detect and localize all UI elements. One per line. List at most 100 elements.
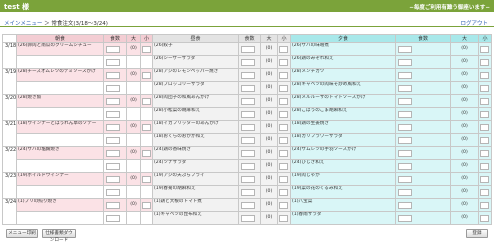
- dinner-small-input[interactable]: [480, 150, 489, 157]
- dinner-small-input[interactable]: [480, 98, 489, 105]
- lunch-small-input[interactable]: [279, 189, 288, 196]
- dinner-qty-input[interactable]: [398, 163, 412, 170]
- dinner-dish-name: (24)ひじき和え: [292, 160, 325, 166]
- lunch-qty-input[interactable]: [241, 46, 255, 53]
- breakfast-large-count: (0): [130, 46, 137, 51]
- breakfast-dish-cell: (28)焼き魚: [16, 94, 104, 108]
- breakfast-qty-input[interactable]: [106, 72, 120, 79]
- dinner-qty-input[interactable]: [398, 202, 412, 209]
- register-button[interactable]: 登録: [466, 229, 488, 238]
- dinner-qty-input[interactable]: [398, 150, 412, 157]
- breakfast-qty-input[interactable]: [106, 124, 120, 131]
- dinner-small-input[interactable]: [480, 85, 489, 92]
- lunch-qty-input[interactable]: [241, 150, 255, 157]
- breakfast-qty-input[interactable]: [106, 111, 120, 118]
- lunch-small-input[interactable]: [279, 72, 288, 79]
- dinner-qty-input[interactable]: [398, 98, 412, 105]
- breakfast-qty-input[interactable]: [106, 85, 120, 92]
- dinner-qty-input[interactable]: [398, 137, 412, 144]
- lunch-qty-input[interactable]: [241, 189, 255, 196]
- breakfast-small-input[interactable]: [142, 176, 151, 183]
- breakfast-qty-input[interactable]: [106, 189, 120, 196]
- lunch-qty-input[interactable]: [241, 202, 255, 209]
- breakfast-qty-input[interactable]: [106, 150, 120, 157]
- breakfast-small-wrap: [142, 174, 152, 185]
- lunch-qty-wrap: [240, 148, 260, 159]
- dinner-small-input[interactable]: [480, 59, 489, 66]
- dinner-small-input[interactable]: [480, 111, 489, 118]
- dinner-qty-input[interactable]: [398, 215, 412, 222]
- dinner-qty-input[interactable]: [398, 59, 412, 66]
- dinner-large-count: (0): [461, 124, 468, 129]
- breakfast-qty-input[interactable]: [106, 59, 120, 66]
- breakfast-small-input[interactable]: [142, 124, 151, 131]
- download-documents-button[interactable]: 仕様書類ダウンロード: [42, 229, 76, 242]
- dinner-small-input[interactable]: [480, 176, 489, 183]
- lunch-small-input[interactable]: [279, 137, 288, 144]
- dinner-qty-input[interactable]: [398, 111, 412, 118]
- user-name: test 様: [4, 3, 30, 11]
- dinner-small-input[interactable]: [480, 215, 489, 222]
- lunch-qty-cell: [238, 172, 261, 186]
- lunch-small-input[interactable]: [279, 163, 288, 170]
- breakfast-qty-input[interactable]: [106, 46, 120, 53]
- dinner-small-input[interactable]: [480, 46, 489, 53]
- lunch-qty-input[interactable]: [241, 59, 255, 66]
- lunch-qty-input[interactable]: [241, 124, 255, 131]
- dinner-large-cell: (0): [450, 81, 479, 95]
- breakfast-qty-input[interactable]: [106, 163, 120, 170]
- breakfast-small-wrap: [142, 200, 152, 211]
- breakfast-small-input[interactable]: [142, 72, 151, 79]
- lunch-small-input[interactable]: [279, 98, 288, 105]
- lunch-qty-input[interactable]: [241, 98, 255, 105]
- lunch-qty-input[interactable]: [241, 176, 255, 183]
- lunch-small-input[interactable]: [279, 215, 288, 222]
- dinner-small-input[interactable]: [480, 124, 489, 131]
- lunch-small-input[interactable]: [279, 111, 288, 118]
- dinner-small-input[interactable]: [480, 202, 489, 209]
- breakfast-qty-input[interactable]: [106, 176, 120, 183]
- breakfast-small-input[interactable]: [142, 150, 151, 157]
- breakfast-small-input[interactable]: [142, 98, 151, 105]
- dinner-qty-input[interactable]: [398, 85, 412, 92]
- lunch-qty-input[interactable]: [241, 215, 255, 222]
- breakfast-small-input[interactable]: [142, 202, 151, 209]
- dinner-qty-cell: [395, 198, 451, 212]
- header-dinner-qty: 食数: [395, 34, 451, 43]
- lunch-qty-input[interactable]: [241, 137, 255, 144]
- dinner-qty-input[interactable]: [398, 46, 412, 53]
- dinner-qty-input[interactable]: [398, 189, 412, 196]
- lunch-qty-wrap: [240, 44, 260, 55]
- print-menu-button[interactable]: メニュー印刷: [6, 229, 38, 238]
- dinner-small-input[interactable]: [480, 137, 489, 144]
- breakfast-small-input[interactable]: [142, 46, 151, 53]
- lunch-small-input[interactable]: [279, 59, 288, 66]
- lunch-small-input[interactable]: [279, 150, 288, 157]
- breakfast-qty-input[interactable]: [106, 215, 120, 222]
- lunch-qty-input[interactable]: [241, 111, 255, 118]
- dinner-small-input[interactable]: [480, 72, 489, 79]
- lunch-small-input[interactable]: [279, 124, 288, 131]
- dinner-small-input[interactable]: [480, 163, 489, 170]
- dinner-qty-input[interactable]: [398, 176, 412, 183]
- breakfast-qty-input[interactable]: [106, 98, 120, 105]
- lunch-small-input[interactable]: [279, 46, 288, 53]
- breakfast-large-cell: [126, 55, 141, 69]
- dinner-qty-cell: [395, 42, 451, 56]
- breakfast-large-cell: (0): [126, 146, 141, 160]
- dinner-qty-input[interactable]: [398, 72, 412, 79]
- dinner-large-cell: (0): [450, 185, 479, 199]
- lunch-small-input[interactable]: [279, 202, 288, 209]
- dinner-qty-cell: [395, 81, 451, 95]
- lunch-qty-input[interactable]: [241, 85, 255, 92]
- breakfast-qty-input[interactable]: [106, 137, 120, 144]
- dinner-qty-input[interactable]: [398, 124, 412, 131]
- lunch-small-input[interactable]: [279, 85, 288, 92]
- logout-link[interactable]: ログアウト: [460, 19, 488, 27]
- dinner-small-input[interactable]: [480, 189, 489, 196]
- breadcrumb-main-menu-link[interactable]: メインメニュー: [4, 21, 42, 27]
- lunch-qty-input[interactable]: [241, 72, 255, 79]
- breakfast-qty-input[interactable]: [106, 202, 120, 209]
- lunch-small-input[interactable]: [279, 176, 288, 183]
- lunch-qty-input[interactable]: [241, 163, 255, 170]
